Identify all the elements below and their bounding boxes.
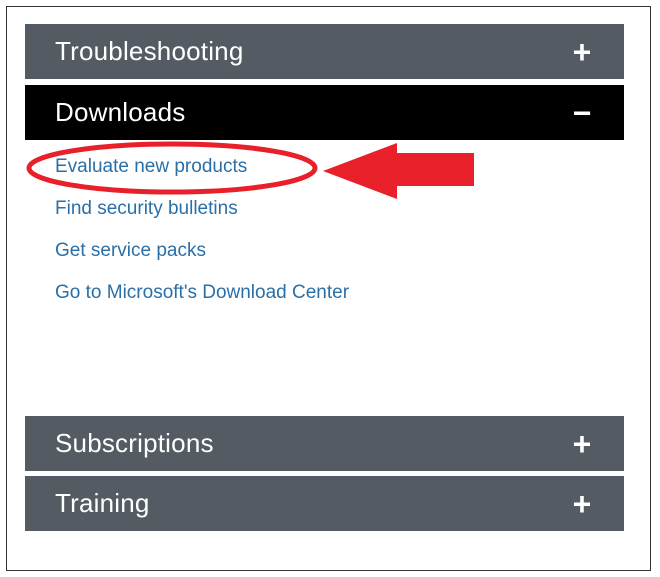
link-get-service-packs[interactable]: Get service packs bbox=[55, 236, 349, 278]
section-downloads-label: Downloads bbox=[55, 97, 186, 127]
link-find-security-bulletins[interactable]: Find security bulletins bbox=[55, 194, 349, 236]
section-training[interactable]: Training + bbox=[25, 476, 624, 531]
section-downloads[interactable]: Downloads − bbox=[25, 85, 624, 140]
section-troubleshooting-label: Troubleshooting bbox=[55, 36, 244, 66]
section-subscriptions[interactable]: Subscriptions + bbox=[25, 416, 624, 471]
downloads-link-list: Evaluate new products Find security bull… bbox=[55, 152, 349, 320]
plus-icon: + bbox=[572, 425, 592, 462]
minus-icon: − bbox=[572, 94, 592, 131]
plus-icon: + bbox=[572, 33, 592, 70]
section-troubleshooting[interactable]: Troubleshooting + bbox=[25, 24, 624, 79]
link-download-center[interactable]: Go to Microsoft's Download Center bbox=[55, 278, 349, 320]
section-subscriptions-label: Subscriptions bbox=[55, 428, 214, 458]
link-evaluate-new-products[interactable]: Evaluate new products bbox=[55, 152, 349, 194]
section-training-label: Training bbox=[55, 488, 150, 518]
plus-icon: + bbox=[572, 485, 592, 522]
